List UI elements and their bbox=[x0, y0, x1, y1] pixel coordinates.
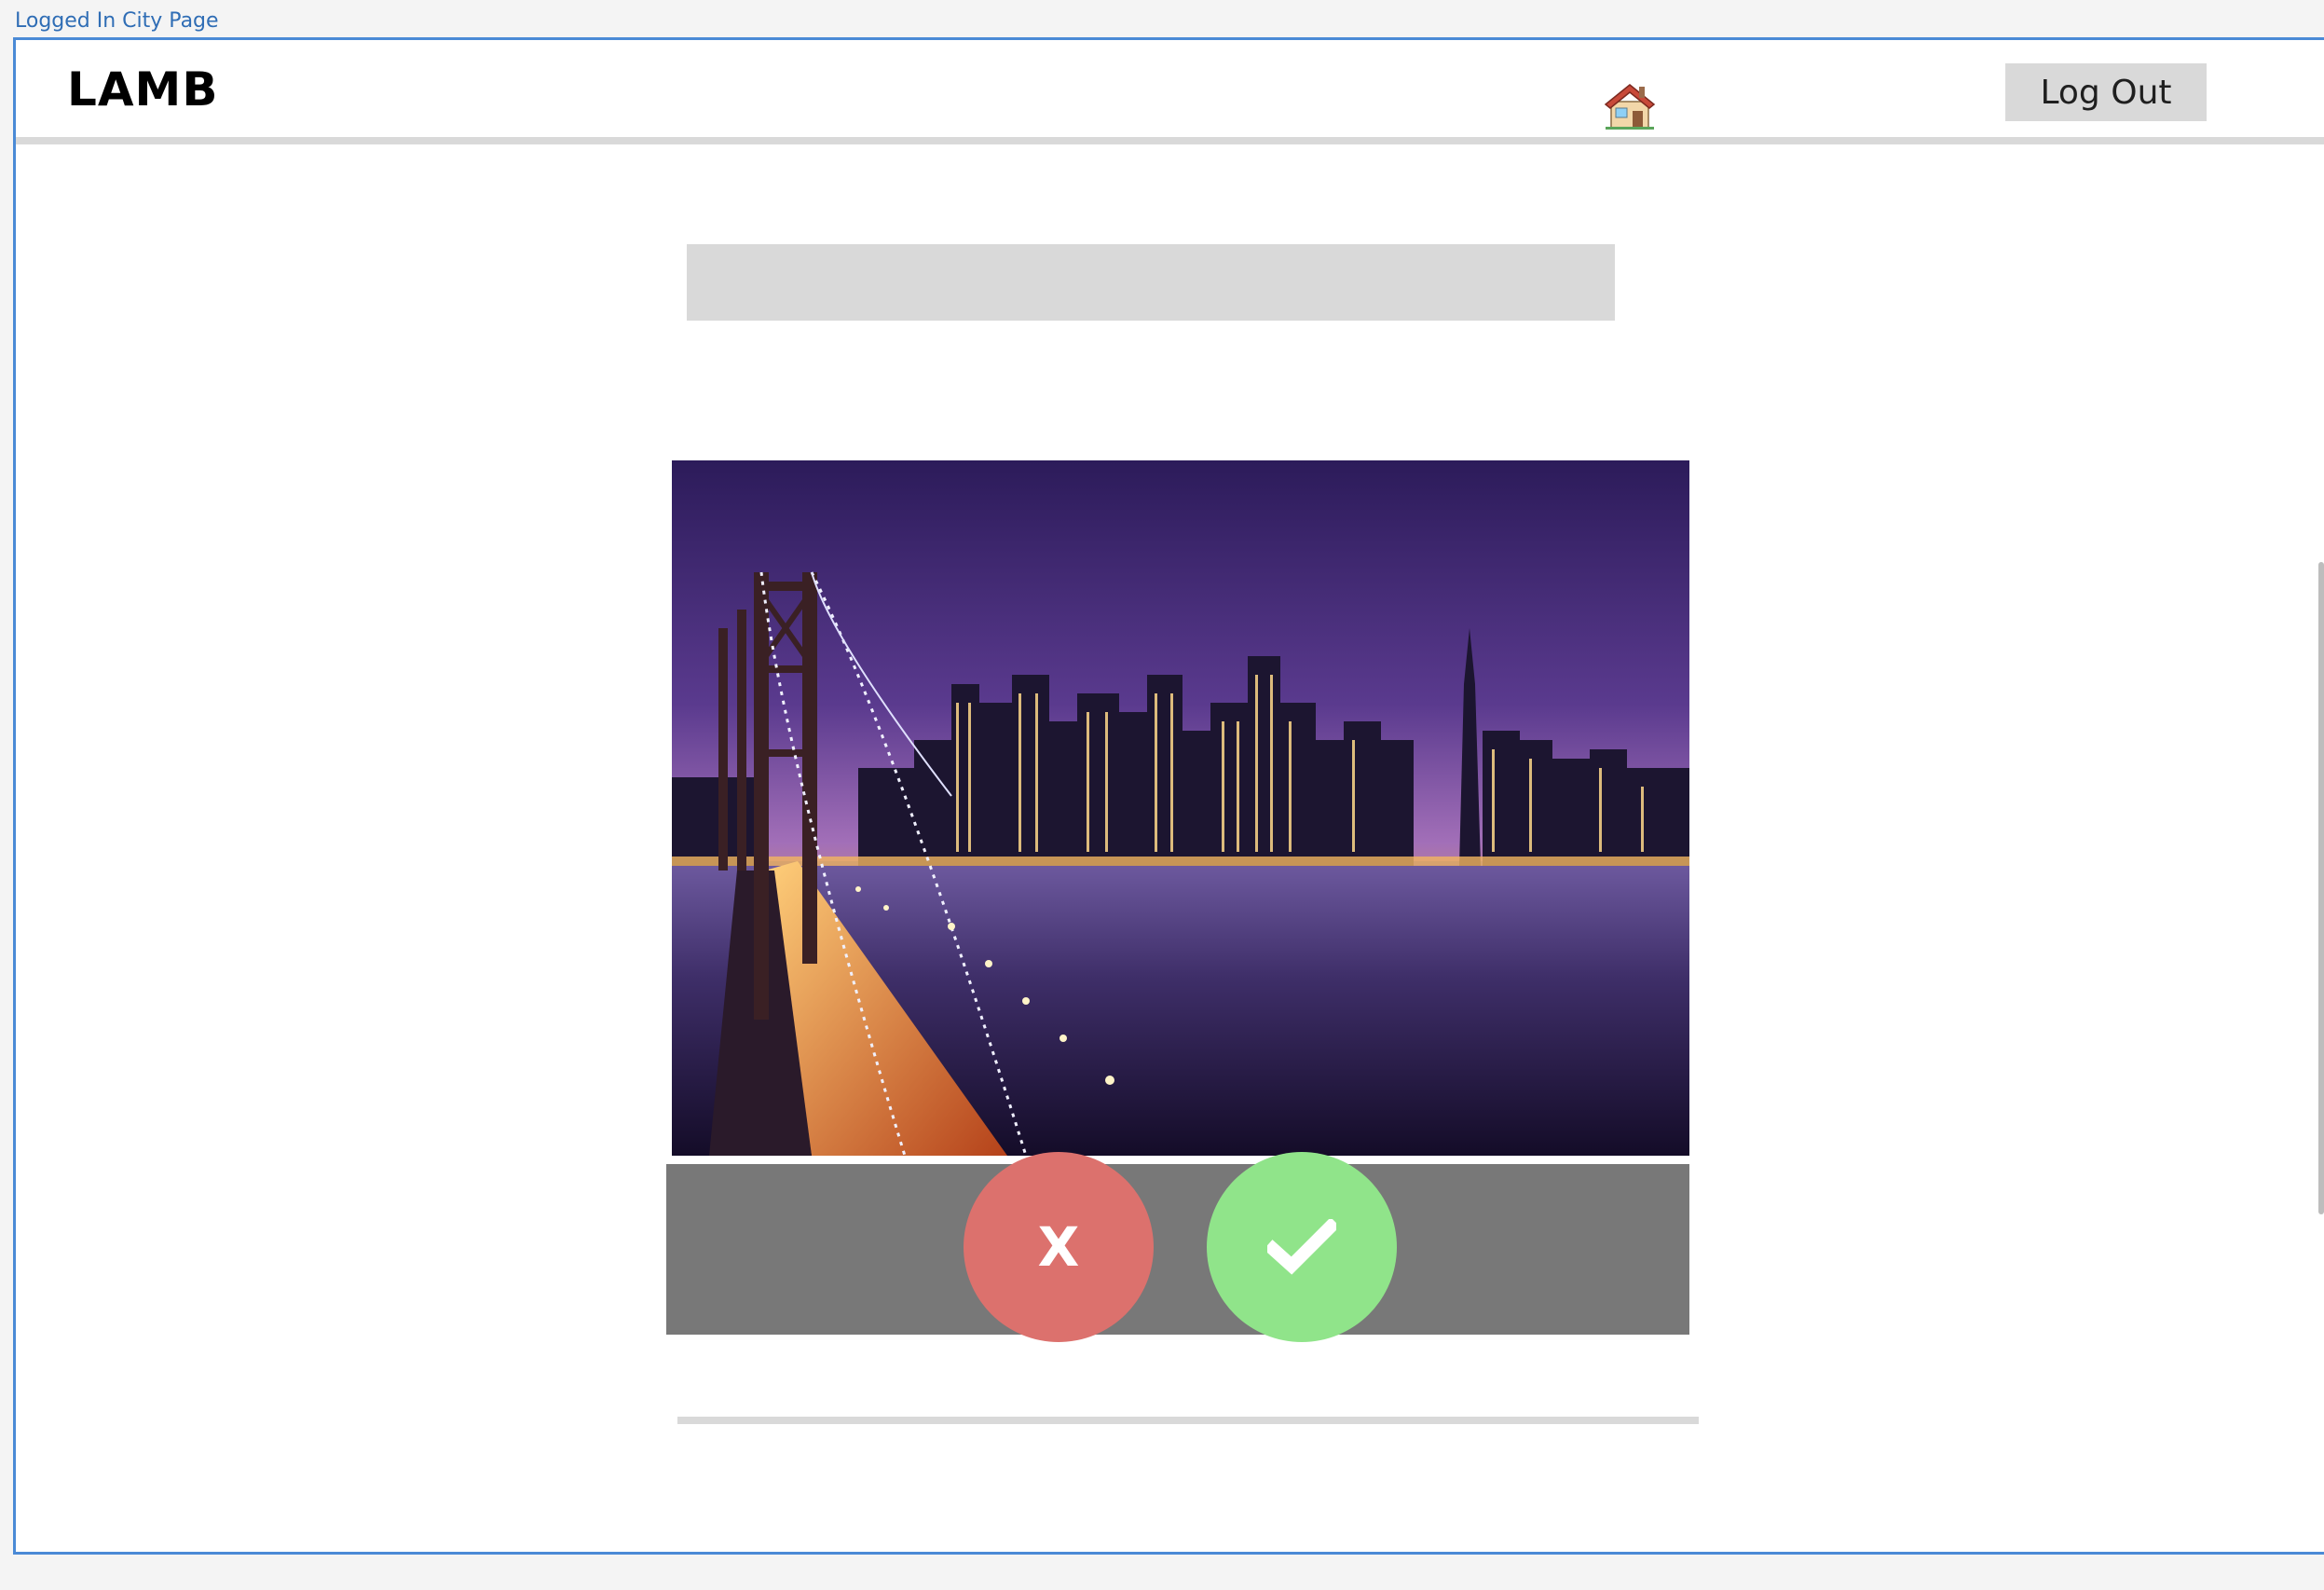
bottom-divider bbox=[677, 1417, 1699, 1424]
frame-label: Logged In City Page bbox=[15, 9, 219, 33]
vertical-scrollbar[interactable] bbox=[2318, 562, 2324, 1214]
city-skyline-bridge-photo bbox=[672, 460, 1689, 1156]
reject-button[interactable]: X bbox=[964, 1152, 1154, 1342]
header: LAMB Log Out bbox=[16, 40, 2324, 144]
accept-button[interactable] bbox=[1207, 1152, 1397, 1342]
logo[interactable]: LAMB bbox=[67, 62, 218, 117]
action-bar bbox=[666, 1164, 1689, 1335]
logout-button[interactable]: Log Out bbox=[2005, 63, 2207, 121]
search-placeholder-bar bbox=[687, 244, 1615, 321]
house-icon[interactable] bbox=[1604, 81, 1656, 130]
reject-label: X bbox=[1037, 1215, 1080, 1279]
page-frame: LAMB Log Out X bbox=[13, 37, 2324, 1555]
checkmark-icon bbox=[1267, 1219, 1336, 1275]
